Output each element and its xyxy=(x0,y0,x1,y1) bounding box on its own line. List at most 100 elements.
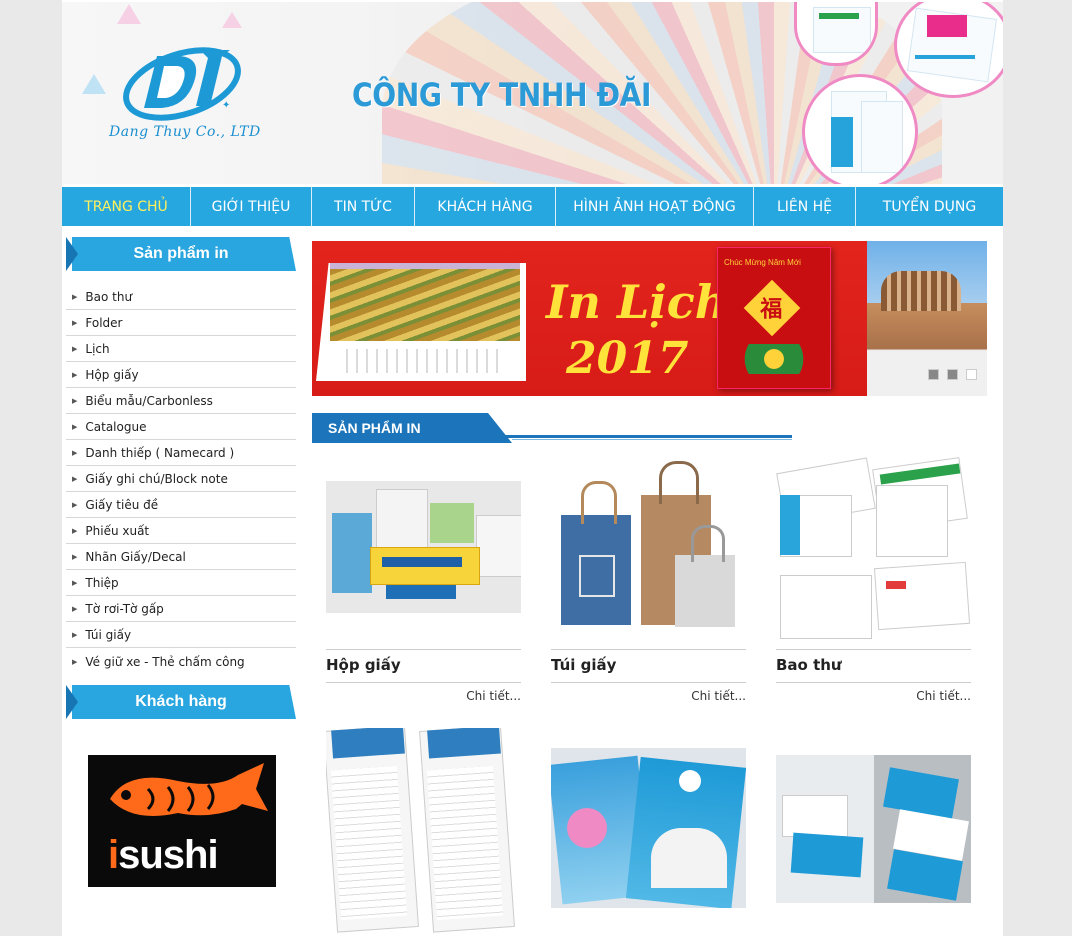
category-label[interactable]: Giấy ghi chú/Block note xyxy=(85,472,227,486)
bullet-arrow-icon: ▶ xyxy=(72,345,78,353)
category-item[interactable]: ▶ Danh thiếp ( Namecard ) xyxy=(66,441,296,466)
product-card[interactable]: Hộp giấy Chi tiết... xyxy=(326,455,521,703)
bullet-arrow-icon: ▶ xyxy=(72,293,78,301)
nav-news[interactable]: TIN TỨC xyxy=(312,187,415,226)
card-character: 福 xyxy=(760,296,783,322)
product-details-link[interactable]: Chi tiết... xyxy=(551,689,746,703)
bullet-arrow-icon: ▶ xyxy=(72,449,78,457)
category-label[interactable]: Hộp giấy xyxy=(85,368,138,382)
bullet-arrow-icon: ▶ xyxy=(72,657,78,666)
sidebar-products-header: Sản phẩm in xyxy=(66,237,296,271)
bullet-arrow-icon: ▶ xyxy=(72,501,78,509)
sidebar-products-title: Sản phẩm in xyxy=(133,245,229,262)
customer-logo-text: iisushisushi xyxy=(108,833,219,877)
nav-customers[interactable]: KHÁCH HÀNG xyxy=(415,187,556,226)
product-details-link[interactable]: Chi tiết... xyxy=(326,689,521,703)
product-image-namecards[interactable] xyxy=(776,755,971,903)
banner-title-line2: 2017 xyxy=(566,333,689,384)
category-label[interactable]: Nhãn Giấy/Decal xyxy=(85,550,185,564)
category-item[interactable]: ▶ Nhãn Giấy/Decal xyxy=(66,545,296,570)
bullet-arrow-icon: ▶ xyxy=(72,631,78,639)
category-label[interactable]: Danh thiếp ( Namecard ) xyxy=(85,446,234,460)
bullet-arrow-icon: ▶ xyxy=(72,475,78,483)
category-item[interactable]: ▶ Giấy ghi chú/Block note xyxy=(66,467,296,492)
bullet-arrow-icon: ▶ xyxy=(72,423,78,431)
bullet-arrow-icon: ▶ xyxy=(72,371,78,379)
category-item[interactable]: ▶ Bao thư xyxy=(66,285,296,310)
category-list: ▶ Bao thư ▶ Folder ▶ Lịch ▶ Hộp giấy ▶ Biểu m… xyxy=(66,285,296,675)
product-card[interactable]: Túi giấy Chi tiết... xyxy=(551,455,746,703)
section-title: SẢN PHẨM IN xyxy=(328,420,421,436)
bullet-arrow-icon: ▶ xyxy=(72,397,78,405)
category-item[interactable]: ▶ Lịch xyxy=(66,337,296,362)
category-label[interactable]: Túi giấy xyxy=(85,628,131,642)
product-image-catalogue[interactable] xyxy=(551,748,746,908)
category-label[interactable]: Thiệp xyxy=(85,576,118,590)
nav-gallery[interactable]: HÌNH ẢNH HOẠT ĐỘNG xyxy=(556,187,754,226)
slider-dot[interactable] xyxy=(928,369,939,380)
bullet-arrow-icon: ▶ xyxy=(72,527,78,535)
customer-logo-isushi[interactable]: iisushisushi xyxy=(88,755,276,887)
desk-calendar-image xyxy=(316,263,526,381)
bullet-arrow-icon: ▶ xyxy=(72,553,78,561)
nav-about[interactable]: GIỚI THIỆU xyxy=(191,187,312,226)
product-card[interactable] xyxy=(326,728,521,936)
product-name[interactable]: Túi giấy xyxy=(551,649,746,683)
nav-home[interactable]: TRANG CHỦ xyxy=(62,187,191,226)
category-item[interactable]: ▶ Vé giữ xe - Thẻ chấm công xyxy=(66,649,296,674)
category-item[interactable]: ▶ Biểu mẫu/Carbonless xyxy=(66,389,296,414)
bullet-arrow-icon: ▶ xyxy=(72,579,78,587)
svg-text:✦: ✦ xyxy=(222,100,230,111)
slider-dot-active[interactable] xyxy=(966,369,977,380)
nav-careers[interactable]: TUYỂN DỤNG xyxy=(856,187,1003,226)
category-item[interactable]: ▶ Thiệp xyxy=(66,571,296,596)
category-item[interactable]: ▶ Túi giấy xyxy=(66,623,296,648)
sidebar-customers-header: Khách hàng xyxy=(66,685,296,719)
category-item[interactable]: ▶ Hộp giấy xyxy=(66,363,296,388)
category-label[interactable]: Biểu mẫu/Carbonless xyxy=(85,394,213,408)
product-image-paper-bags[interactable] xyxy=(551,455,746,645)
page: ✦ Dang Thuy Co., LTD CÔNG TY TNHH ĐĂI TR… xyxy=(62,0,1003,936)
product-card[interactable]: Bao thư Chi tiết... xyxy=(776,455,971,703)
triangle-decoration xyxy=(117,4,141,24)
logo-text: Dang Thuy Co., LTD xyxy=(109,124,261,140)
category-label[interactable]: Lịch xyxy=(85,342,109,356)
product-card[interactable] xyxy=(551,748,746,908)
category-item[interactable]: ▶ Folder xyxy=(66,311,296,336)
category-item[interactable]: ▶ Phiếu xuất xyxy=(66,519,296,544)
category-label[interactable]: Phiếu xuất xyxy=(85,524,149,538)
category-item[interactable]: ▶ Catalogue xyxy=(66,415,296,440)
category-label[interactable]: Bao thư xyxy=(85,290,132,304)
nav-contact[interactable]: LIÊN HỆ xyxy=(754,187,856,226)
sample-circle-folder xyxy=(802,74,918,184)
card-greeting: Chúc Mừng Năm Mới xyxy=(724,258,801,267)
category-label[interactable]: Catalogue xyxy=(85,420,146,434)
slider-dot[interactable] xyxy=(947,369,958,380)
bullet-arrow-icon: ▶ xyxy=(72,319,78,327)
section-header: SẢN PHẨM IN xyxy=(312,413,792,443)
slider-dots xyxy=(928,369,977,380)
product-card[interactable] xyxy=(776,755,971,903)
product-name[interactable]: Bao thư xyxy=(776,649,971,683)
category-label[interactable]: Vé giữ xe - Thẻ chấm công xyxy=(85,655,244,669)
site-header: ✦ Dang Thuy Co., LTD CÔNG TY TNHH ĐĂI xyxy=(62,2,1003,184)
sidebar-customers-title: Khách hàng xyxy=(135,693,227,710)
product-name[interactable]: Hộp giấy xyxy=(326,649,521,683)
banner-title-line1: In Lịch xyxy=(546,275,729,329)
product-image-envelopes[interactable] xyxy=(776,455,971,645)
category-item[interactable]: ▶ Tờ rơi-Tờ gấp xyxy=(66,597,296,622)
koi-fish-icon xyxy=(110,763,268,816)
bullet-arrow-icon: ▶ xyxy=(72,605,78,613)
product-image-carbonless-forms[interactable] xyxy=(326,728,521,936)
product-details-link[interactable]: Chi tiết... xyxy=(776,689,971,703)
category-label[interactable]: Folder xyxy=(85,316,122,330)
triangle-decoration xyxy=(222,12,242,28)
red-greeting-card-image: Chúc Mừng Năm Mới 福 xyxy=(717,247,831,389)
category-label[interactable]: Tờ rơi-Tờ gấp xyxy=(85,602,163,616)
promo-banner[interactable]: In Lịch 2017 Chúc Mừng Năm Mới 福 xyxy=(312,241,987,396)
category-label[interactable]: Giấy tiêu đề xyxy=(85,498,158,512)
category-item[interactable]: ▶ Giấy tiêu đề xyxy=(66,493,296,518)
product-image-paper-boxes[interactable] xyxy=(326,455,521,645)
main-nav: TRANG CHỦ GIỚI THIỆU TIN TỨC KHÁCH HÀNG … xyxy=(62,187,1003,226)
company-name: CÔNG TY TNHH ĐĂI xyxy=(352,76,652,114)
